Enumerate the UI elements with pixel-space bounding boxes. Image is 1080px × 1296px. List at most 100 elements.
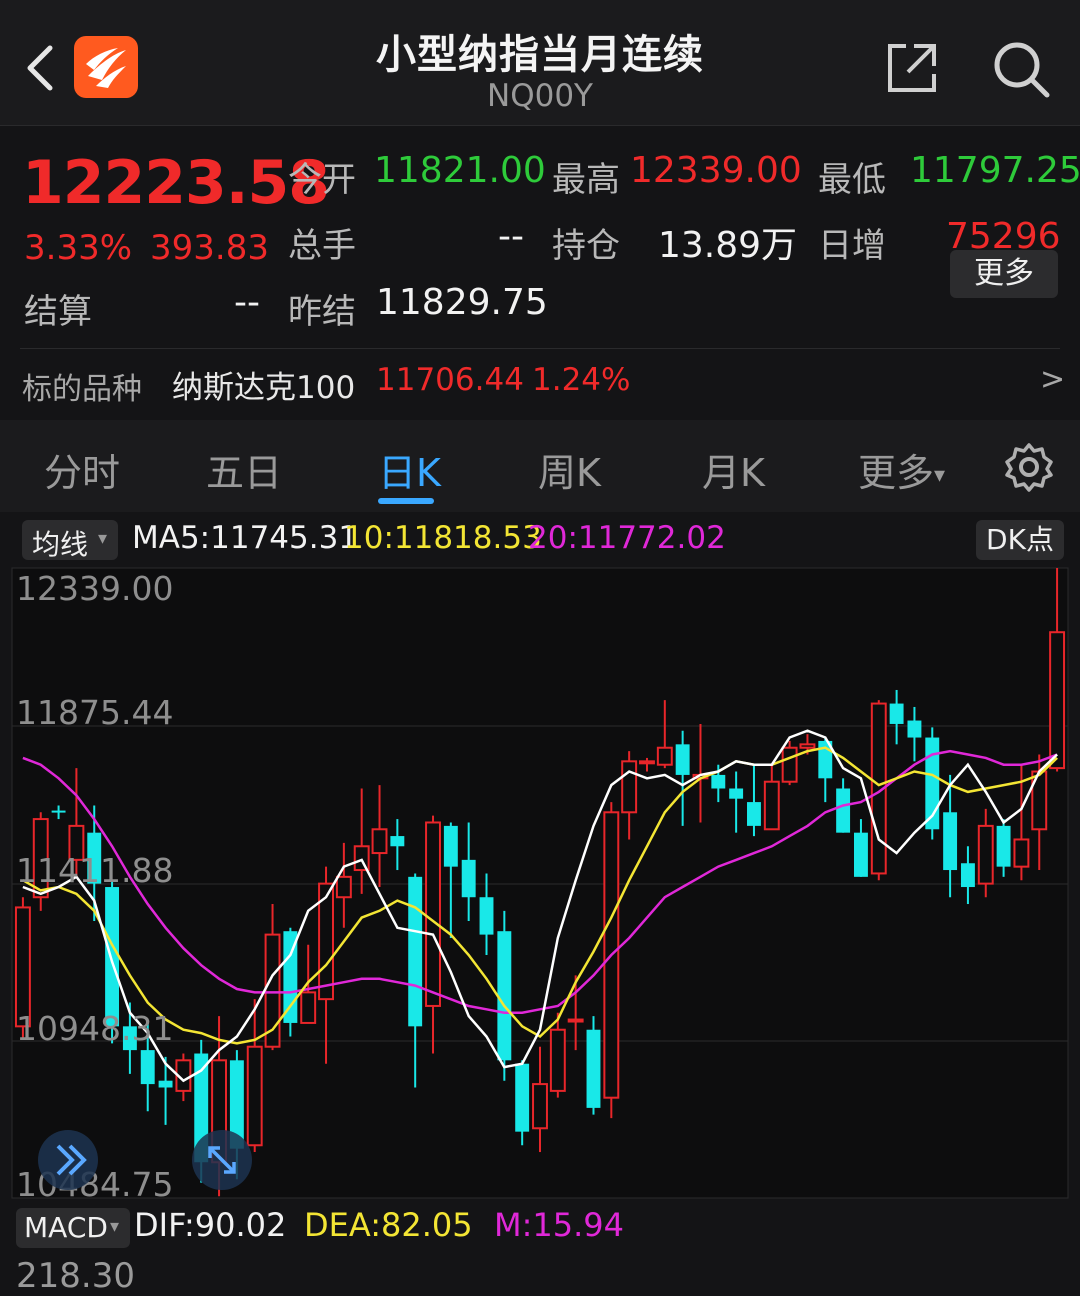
settle-value: --	[234, 282, 260, 323]
underlying-price: 11706.44	[376, 362, 524, 398]
open-label: 今开	[288, 160, 356, 200]
candle-body	[907, 720, 922, 738]
candle-body	[889, 703, 904, 724]
candle	[497, 910, 512, 1081]
search-icon[interactable]	[990, 38, 1052, 100]
underlying-label: 标的品种	[22, 372, 142, 407]
candle-body	[943, 812, 958, 871]
ma5-value: MA5:11745.31	[132, 520, 359, 556]
tab-intraday[interactable]: 分时	[44, 442, 120, 497]
candle	[586, 1016, 601, 1115]
tab-more-label: 更多	[858, 451, 935, 495]
change-percent: 3.33%	[24, 228, 133, 268]
settle-label: 结算	[24, 292, 92, 332]
dk-point-button[interactable]: DK点	[976, 520, 1064, 560]
candle-body	[105, 887, 120, 1027]
candle-body	[532, 1083, 548, 1130]
caret-down-icon: ▾	[934, 463, 946, 488]
divider	[20, 348, 1060, 349]
macd-selector-label: MACD	[24, 1211, 108, 1244]
candle-body	[586, 1029, 601, 1108]
high-value: 12339.00	[630, 150, 802, 191]
low-value: 11797.25	[910, 150, 1080, 191]
quote-panel: 12223.58 3.33% 393.83 今开 11821.00 最高 123…	[0, 126, 1080, 420]
macd-indicator-bar: MACD ▾ DIF:90.02 DEA:82.05 M:15.94	[0, 1200, 1080, 1256]
underlying-row[interactable]: 标的品种 纳斯达克100 11706.44 1.24% >	[0, 354, 1080, 414]
candle-body	[140, 1050, 155, 1085]
y-tick-label: 11411.88	[16, 851, 173, 890]
tab-more[interactable]: 更多▾	[858, 442, 945, 497]
candle-body	[656, 746, 673, 766]
candle-body	[515, 1063, 530, 1132]
macd-dif: DIF:90.02	[134, 1206, 287, 1244]
open-interest-label: 持仓	[552, 226, 620, 266]
candle-body	[408, 876, 423, 1027]
candle-body	[443, 825, 458, 867]
candle-body	[639, 760, 655, 765]
candle-body	[461, 859, 476, 898]
macd-dea: DEA:82.05	[304, 1206, 473, 1244]
underlying-name: 纳斯达克100	[172, 370, 356, 406]
candle-body	[158, 1080, 173, 1088]
macd-m: M:15.94	[494, 1206, 624, 1244]
macd-y-tick: 218.30	[16, 1256, 135, 1296]
candle	[925, 727, 940, 840]
candle-body	[1049, 631, 1066, 770]
underlying-percent: 1.24%	[532, 362, 631, 398]
last-price: 12223.58	[22, 148, 330, 218]
y-tick-label: 10948.31	[16, 1009, 173, 1048]
candle-body	[675, 744, 690, 775]
ma20-value: 20:11772.02	[528, 520, 726, 556]
candle-body	[51, 810, 66, 813]
candlestick-chart[interactable]: 12339.00 11875.44 11411.88 10948.31 1048…	[0, 566, 1080, 1200]
open-value: 11821.00	[374, 150, 546, 191]
top-nav-bar: 小型纳指当月连续 NQ00Y	[0, 0, 1080, 126]
candle-body	[853, 832, 868, 877]
candle-body	[390, 836, 405, 847]
fast-forward-icon[interactable]	[38, 1130, 98, 1190]
candle	[781, 740, 798, 786]
prev-settle-value: 11829.75	[376, 282, 548, 323]
ma-indicator-bar: 均线 ▾ MA5:11745.31 10:11818.53 20:11772.0…	[0, 512, 1080, 566]
settings-gear-icon[interactable]	[1004, 442, 1054, 492]
macd-selector[interactable]: MACD ▾	[16, 1208, 130, 1248]
more-quote-button[interactable]: 更多	[950, 250, 1058, 298]
candle-body	[479, 897, 494, 935]
active-tab-indicator	[378, 498, 434, 504]
high-label: 最高	[552, 160, 620, 200]
tab-monthly-k[interactable]: 月K	[702, 442, 765, 497]
share-icon[interactable]	[884, 40, 940, 96]
period-tab-bar: 分时 五日 日K 周K 月K 更多▾	[0, 420, 1080, 512]
prev-settle-label: 昨结	[288, 292, 356, 332]
candle-body	[763, 780, 780, 831]
candle-body	[1013, 838, 1030, 868]
candle-body	[335, 875, 352, 899]
tab-five-day[interactable]: 五日	[206, 442, 282, 497]
tab-weekly-k[interactable]: 周K	[538, 442, 601, 497]
candle-body	[425, 821, 441, 1007]
chevron-right-icon: >	[1040, 362, 1066, 397]
open-interest-value: 13.89万	[658, 225, 798, 266]
caret-down-icon: ▾	[110, 1216, 120, 1237]
candle-body	[747, 802, 761, 826]
tab-daily-k[interactable]: 日K	[378, 442, 441, 497]
candle-body	[371, 828, 388, 855]
candle-body	[977, 824, 994, 885]
low-label: 最低	[818, 160, 886, 200]
y-tick-label: 12339.00	[16, 569, 173, 608]
candle-body	[300, 991, 317, 1024]
ma10-value: 10:11818.53	[344, 520, 542, 556]
expand-icon[interactable]	[192, 1130, 252, 1190]
candle-body	[621, 760, 638, 814]
ma-selector[interactable]: 均线 ▾	[22, 520, 118, 561]
candle-body	[996, 825, 1011, 867]
candle	[870, 700, 887, 881]
candle-body	[960, 863, 975, 888]
volume-label: 总手	[288, 226, 356, 266]
volume-value: --	[498, 216, 524, 257]
daily-increase-label: 日增	[818, 226, 886, 266]
candle-body	[549, 1028, 566, 1092]
candle-body	[729, 788, 744, 799]
candle-body	[567, 1018, 584, 1023]
candle-body	[781, 746, 798, 783]
